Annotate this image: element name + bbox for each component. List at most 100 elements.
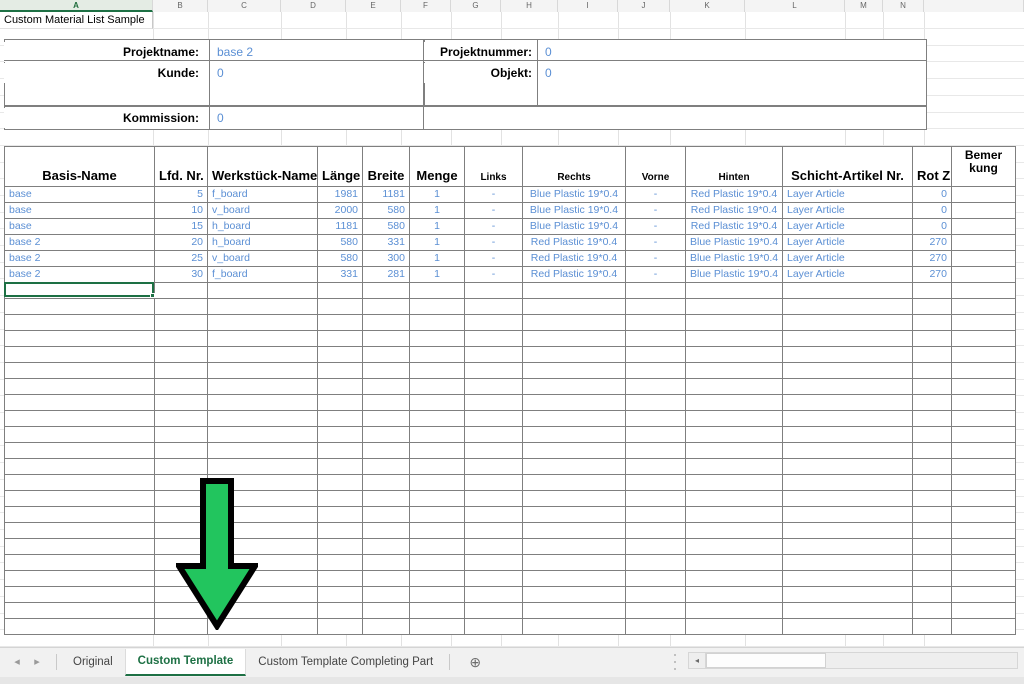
table-cell[interactable]: 10: [154, 202, 208, 219]
table-cell-empty[interactable]: [4, 602, 155, 619]
table-cell-empty[interactable]: [782, 586, 913, 603]
sheet-nav-buttons[interactable]: ◂ ▸: [0, 653, 52, 671]
table-cell[interactable]: Layer Article: [782, 266, 913, 283]
table-cell-empty[interactable]: [464, 410, 523, 427]
table-cell-empty[interactable]: [409, 458, 465, 475]
table-cell-empty[interactable]: [625, 458, 686, 475]
table-cell-empty[interactable]: [685, 570, 783, 587]
table-cell-empty[interactable]: [317, 314, 363, 331]
table-cell-empty[interactable]: [4, 330, 155, 347]
table-cell-empty[interactable]: [782, 522, 913, 539]
table-cell[interactable]: h_board: [207, 218, 318, 235]
table-cell-empty[interactable]: [912, 458, 952, 475]
table-cell-empty[interactable]: [464, 426, 523, 443]
table-cell-empty[interactable]: [317, 458, 363, 475]
table-cell-empty[interactable]: [912, 586, 952, 603]
table-cell[interactable]: Blue Plastic 19*0.4: [685, 250, 783, 267]
table-cell-empty[interactable]: [912, 426, 952, 443]
table-cell-empty[interactable]: [362, 426, 410, 443]
table-cell[interactable]: v_board: [207, 250, 318, 267]
table-cell-empty[interactable]: [317, 506, 363, 523]
table-cell-empty[interactable]: [685, 538, 783, 555]
table-cell-empty[interactable]: [464, 570, 523, 587]
table-cell-empty[interactable]: [207, 426, 318, 443]
th-basis-name[interactable]: Basis-Name: [4, 146, 155, 187]
table-cell-empty[interactable]: [685, 362, 783, 379]
table-cell-empty[interactable]: [782, 554, 913, 571]
table-cell-empty[interactable]: [409, 426, 465, 443]
table-row[interactable]: base 10 v_board 2000 580 1- Blue Plastic 19*0.…: [4, 202, 1016, 219]
table-cell[interactable]: base: [4, 218, 155, 235]
table-cell-empty[interactable]: [362, 490, 410, 507]
table-row-empty[interactable]: [4, 474, 1016, 491]
table-cell-empty[interactable]: [4, 522, 155, 539]
th-vorne[interactable]: Vorne: [625, 146, 686, 187]
table-cell-empty[interactable]: [207, 282, 318, 299]
table-cell[interactable]: Blue Plastic 19*0.4: [522, 186, 626, 203]
table-row-empty[interactable]: [4, 282, 1016, 299]
table-cell-empty[interactable]: [522, 378, 626, 395]
table-cell-empty[interactable]: [154, 282, 208, 299]
table-cell-empty[interactable]: [4, 554, 155, 571]
table-cell-empty[interactable]: [625, 346, 686, 363]
table-row-empty[interactable]: [4, 362, 1016, 379]
table-cell-empty[interactable]: [522, 490, 626, 507]
table-cell[interactable]: 0: [912, 202, 952, 219]
table-cell[interactable]: 270: [912, 234, 952, 251]
table-cell[interactable]: 30: [154, 266, 208, 283]
table-cell-empty[interactable]: [154, 346, 208, 363]
table-cell-empty[interactable]: [362, 362, 410, 379]
table-cell-empty[interactable]: [4, 394, 155, 411]
table-cell-empty[interactable]: [362, 586, 410, 603]
table-cell-empty[interactable]: [522, 394, 626, 411]
next-sheet-icon[interactable]: ▸: [28, 653, 46, 671]
table-cell-empty[interactable]: [464, 554, 523, 571]
table-cell-empty[interactable]: [464, 298, 523, 315]
table-cell-empty[interactable]: [951, 490, 1016, 507]
table-cell[interactable]: [951, 218, 1016, 235]
table-cell-empty[interactable]: [362, 570, 410, 587]
sheet-tab-custom-template-completing-part[interactable]: Custom Template Completing Part: [246, 649, 445, 676]
th-breite[interactable]: Breite: [362, 146, 410, 187]
table-cell-empty[interactable]: [409, 538, 465, 555]
table-cell-empty[interactable]: [782, 346, 913, 363]
table-cell-empty[interactable]: [207, 362, 318, 379]
table-cell-empty[interactable]: [154, 442, 208, 459]
table-cell-empty[interactable]: [625, 618, 686, 635]
table-row-empty[interactable]: [4, 346, 1016, 363]
column-header-n[interactable]: N: [883, 0, 924, 12]
table-cell-empty[interactable]: [409, 378, 465, 395]
table-cell-empty[interactable]: [362, 522, 410, 539]
table-cell[interactable]: Red Plastic 19*0.4: [685, 186, 783, 203]
table-row-empty[interactable]: [4, 378, 1016, 395]
column-header-h[interactable]: H: [501, 0, 558, 12]
table-cell-empty[interactable]: [409, 394, 465, 411]
table-cell-empty[interactable]: [522, 602, 626, 619]
value-projektnummer[interactable]: 0: [540, 42, 920, 62]
table-row-empty[interactable]: [4, 410, 1016, 427]
table-cell-empty[interactable]: [625, 474, 686, 491]
column-header-l[interactable]: L: [745, 0, 845, 12]
table-cell-empty[interactable]: [912, 378, 952, 395]
table-cell-empty[interactable]: [951, 458, 1016, 475]
table-cell-empty[interactable]: [154, 298, 208, 315]
table-cell-empty[interactable]: [154, 458, 208, 475]
scrollbar-thumb[interactable]: [706, 653, 826, 668]
selected-cell[interactable]: [4, 282, 154, 297]
table-cell-empty[interactable]: [625, 426, 686, 443]
table-cell-empty[interactable]: [951, 314, 1016, 331]
table-cell-empty[interactable]: [362, 394, 410, 411]
table-cell-empty[interactable]: [4, 298, 155, 315]
column-header-a[interactable]: A: [0, 0, 153, 12]
table-cell-empty[interactable]: [154, 378, 208, 395]
table-row-empty[interactable]: [4, 442, 1016, 459]
table-cell-empty[interactable]: [207, 378, 318, 395]
th-bemerkung[interactable]: Bemer kung: [951, 146, 1016, 187]
table-cell[interactable]: 1: [409, 186, 465, 203]
table-cell-empty[interactable]: [362, 618, 410, 635]
table-cell[interactable]: 270: [912, 266, 952, 283]
table-cell-empty[interactable]: [409, 586, 465, 603]
table-row[interactable]: base 15 h_board 1181 580 1- Blue Plastic 19*0.…: [4, 218, 1016, 235]
table-cell-empty[interactable]: [625, 330, 686, 347]
table-cell-empty[interactable]: [951, 394, 1016, 411]
